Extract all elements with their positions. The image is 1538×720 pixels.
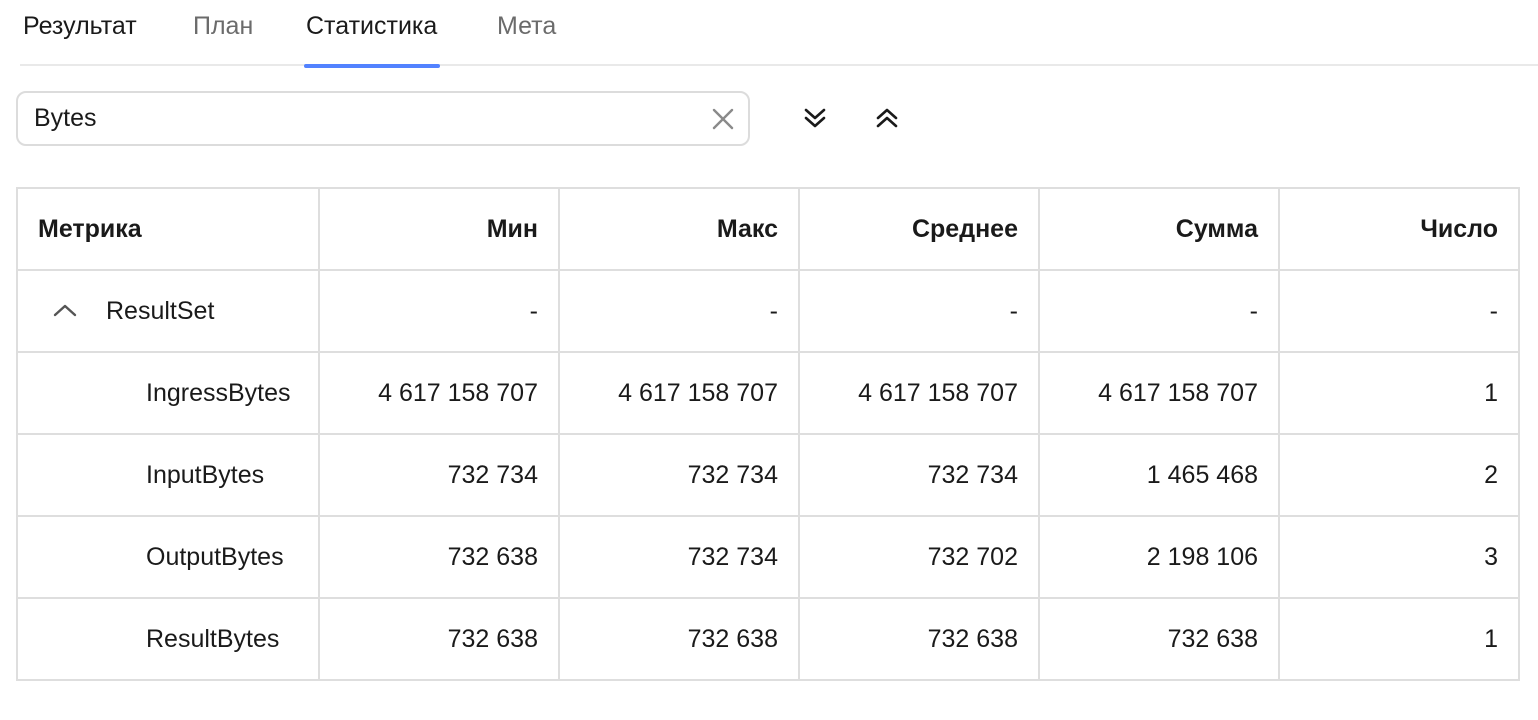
search-box (16, 91, 750, 146)
cell-min: 732 638 (318, 515, 560, 599)
header-sum[interactable]: Сумма (1038, 187, 1280, 271)
metric-name: ResultBytes (146, 624, 280, 653)
cell-max: 732 734 (558, 515, 800, 599)
group-row[interactable]: ResultSet - - - - - (16, 269, 1520, 353)
cell-avg: 732 638 (798, 597, 1040, 681)
table-row: ResultBytes 732 638 732 638 732 638 732 … (16, 597, 1520, 681)
cell-max: 4 617 158 707 (558, 351, 800, 435)
tab-plan[interactable]: План (193, 0, 253, 66)
chevrons-down-icon[interactable] (799, 102, 831, 134)
cell-sum: 2 198 106 (1038, 515, 1280, 599)
table-row: InputBytes 732 734 732 734 732 734 1 465… (16, 433, 1520, 517)
header-max[interactable]: Макс (558, 187, 800, 271)
cell-sum: 1 465 468 (1038, 433, 1280, 517)
header-avg[interactable]: Среднее (798, 187, 1040, 271)
cell-max: 732 734 (558, 433, 800, 517)
cell-max: - (558, 269, 800, 353)
cell-count: 1 (1278, 351, 1520, 435)
chevrons-up-icon[interactable] (871, 102, 903, 134)
statistics-table: Метрика Мин Макс Среднее Сумма Число Res… (16, 187, 1520, 681)
tab-bar: Результат План Статистика Мета (20, 0, 1538, 68)
tab-result[interactable]: Результат (23, 0, 137, 66)
chevron-up-icon[interactable] (52, 298, 78, 324)
clear-icon[interactable] (710, 106, 736, 132)
cell-count: 1 (1278, 597, 1520, 681)
cell-avg: - (798, 269, 1040, 353)
metric-name: OutputBytes (146, 542, 284, 571)
table-row: IngressBytes 4 617 158 707 4 617 158 707… (16, 351, 1520, 435)
header-min[interactable]: Мин (318, 187, 560, 271)
search-input[interactable] (34, 93, 694, 144)
cell-avg: 732 702 (798, 515, 1040, 599)
cell-avg: 4 617 158 707 (798, 351, 1040, 435)
cell-avg: 732 734 (798, 433, 1040, 517)
cell-metric: ResultBytes (16, 597, 320, 681)
cell-count: 3 (1278, 515, 1520, 599)
cell-min: - (318, 269, 560, 353)
cell-metric: InputBytes (16, 433, 320, 517)
cell-sum: - (1038, 269, 1280, 353)
cell-count: 2 (1278, 433, 1520, 517)
table-header-row: Метрика Мин Макс Среднее Сумма Число (16, 187, 1520, 271)
cell-max: 732 638 (558, 597, 800, 681)
group-name: ResultSet (106, 296, 215, 325)
metric-name: IngressBytes (146, 378, 291, 407)
table-row: OutputBytes 732 638 732 734 732 702 2 19… (16, 515, 1520, 599)
cell-metric: IngressBytes (16, 351, 320, 435)
header-count[interactable]: Число (1278, 187, 1520, 271)
cell-metric: OutputBytes (16, 515, 320, 599)
tab-meta[interactable]: Мета (497, 0, 556, 66)
tab-statistics[interactable]: Статистика (303, 0, 441, 68)
cell-min: 732 638 (318, 597, 560, 681)
group-cell: ResultSet (16, 269, 320, 353)
cell-sum: 732 638 (1038, 597, 1280, 681)
cell-count: - (1278, 269, 1520, 353)
cell-min: 4 617 158 707 (318, 351, 560, 435)
header-metric[interactable]: Метрика (16, 187, 320, 271)
cell-min: 732 734 (318, 433, 560, 517)
metric-name: InputBytes (146, 460, 265, 489)
cell-sum: 4 617 158 707 (1038, 351, 1280, 435)
